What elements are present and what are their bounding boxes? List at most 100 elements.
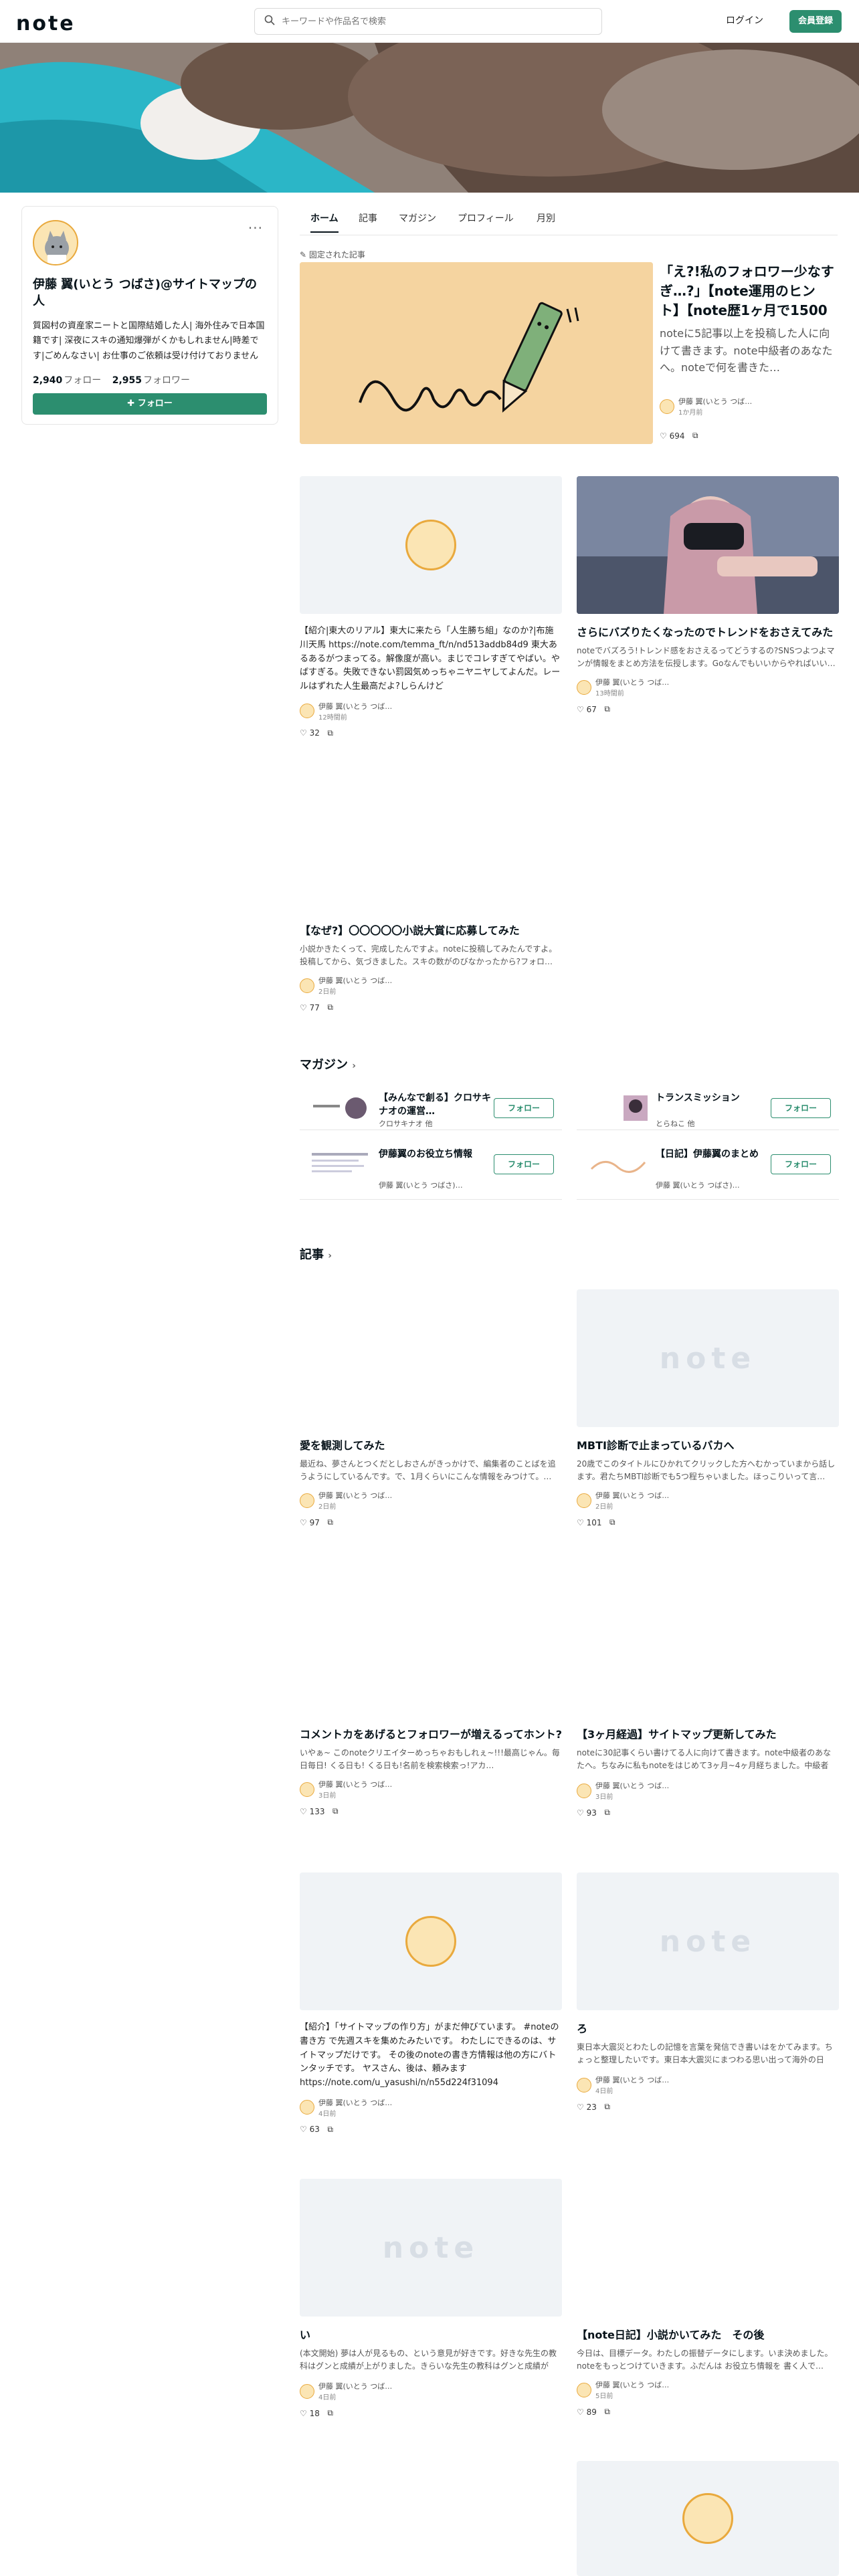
article-author[interactable]: 伊藤 翼(いとう つば… 2日前 <box>300 975 562 996</box>
articles-heading[interactable]: 記事 › <box>300 1245 332 1263</box>
bookmark-icon[interactable]: ⧉ <box>332 1806 339 1816</box>
bookmark-icon[interactable]: ⧉ <box>604 2102 610 2112</box>
article-author[interactable]: 伊藤 翼(いとう つば… 2日前 <box>300 1490 562 1511</box>
heart-icon[interactable]: ♡ <box>577 705 584 714</box>
magazine-follow-button[interactable]: フォロー <box>494 1154 554 1174</box>
magazine-thumbnail <box>585 1149 649 1180</box>
more-options-icon[interactable]: ··· <box>248 220 263 236</box>
post-time: 2日前 <box>318 988 337 996</box>
heart-icon[interactable]: ♡ <box>300 1518 307 1527</box>
heart-icon[interactable]: ♡ <box>577 1808 584 1818</box>
article-author[interactable]: 伊藤 翼(いとう つば… 4日前 <box>300 2097 562 2118</box>
article-card[interactable]: 愛を観測してみた 最近ね、夢さんとつくだとしおさんがきっかけで、編集者のことばを… <box>300 1289 562 1527</box>
like-count: 694 <box>669 431 685 441</box>
following-label[interactable]: フォロー <box>64 375 101 386</box>
article-thumbnail: note <box>300 2179 562 2317</box>
article-card[interactable]: コメントカをあげるとフォロワーが増えるってホント? いやぁ~ このnoteクリエ… <box>300 1578 562 1816</box>
followers-label[interactable]: フォロワー <box>143 375 190 386</box>
tab-home[interactable]: ホーム <box>310 211 339 233</box>
magazines-heading[interactable]: マガジン › <box>300 1055 356 1073</box>
article-author[interactable]: 伊藤 翼(いとう つば… 4日前 <box>300 2381 562 2401</box>
login-link[interactable]: ログイン <box>726 13 763 27</box>
article-author[interactable]: 伊藤 翼(いとう つば… 2日前 <box>577 1490 839 1511</box>
bookmark-icon[interactable]: ⧉ <box>604 2407 610 2417</box>
search-box[interactable] <box>254 8 602 35</box>
magazine-item[interactable]: 【みんなで創る】クロサキナオの運営… クロサキナオ 他 フォロー <box>300 1087 562 1130</box>
article-excerpt: noteでバズろう!トレンド感をおさえるってどうするの?SNSつよつよマンが情報… <box>577 646 836 669</box>
search-input[interactable] <box>282 16 601 27</box>
article-card[interactable]: さらにバズりたくなったのでトレンドをおさえてみた noteでバズろう!トレンド感… <box>577 476 839 714</box>
magazine-item[interactable]: 伊藤翼のお役立ち情報 伊藤 翼(いとう つばさ)… フォロー <box>300 1144 562 1200</box>
author-avatar <box>577 1783 591 1798</box>
note-logo[interactable]: note <box>16 12 76 35</box>
like-count: 18 <box>309 2408 320 2418</box>
following-count[interactable]: 2,940 <box>33 375 62 386</box>
article-title: 【3ヶ月経過】サイトマップ更新してみた <box>577 1728 777 1741</box>
article-author[interactable]: 伊藤 翼(いとう つば… 13時間前 <box>577 677 839 697</box>
site-header: note ログイン 会員登録 <box>0 0 859 43</box>
bookmark-icon[interactable]: ⧉ <box>604 1808 610 1818</box>
article-card[interactable]: note MBTI診断で止まっているバカへ 20歳でこのタイトルにひかれてクリッ… <box>577 1289 839 1527</box>
signup-button[interactable]: 会員登録 <box>789 10 842 33</box>
article-author[interactable]: 伊藤 翼(いとう つば… 3日前 <box>577 1780 839 1801</box>
like-count: 67 <box>586 704 597 714</box>
tab-articles[interactable]: 記事 <box>359 211 377 231</box>
magazine-item[interactable]: トランスミッション とらねこ 他 フォロー <box>577 1087 839 1130</box>
pinned-article-metrics: ♡ 694 ⧉ <box>660 431 698 441</box>
article-thumbnail <box>577 2179 839 2317</box>
tab-monthly[interactable]: 月別 <box>537 211 555 231</box>
article-title: 【なぜ?】〇〇〇〇〇小説大賞に応募してみた <box>300 924 520 937</box>
article-card[interactable]: note ろ 東日本大震災とわたしの記憶を言葉を発信でき書いはをかてみます。ちょ… <box>577 1872 839 2112</box>
article-author[interactable]: 伊藤 翼(いとう つば… 12時間前 <box>300 701 562 722</box>
magazine-follow-button[interactable]: フォロー <box>771 1098 831 1118</box>
bookmark-icon[interactable]: ⧉ <box>327 728 333 738</box>
profile-avatar[interactable] <box>33 220 78 265</box>
article-metrics: ♡ 97 ⧉ <box>300 1517 562 1527</box>
author-avatar <box>300 978 314 993</box>
article-excerpt: 小説かきたくって、完成したんですよ。noteに投稿してみたんですよ。投稿してから… <box>300 944 557 967</box>
bookmark-icon[interactable]: ⧉ <box>609 1517 615 1527</box>
bookmark-icon[interactable]: ⧉ <box>327 1002 333 1012</box>
article-card[interactable]: 【3ヶ月経過】サイトマップ更新してみた noteに30記事くらい書けてる人に向け… <box>577 1578 839 1818</box>
bookmark-icon[interactable]: ⧉ <box>327 2408 333 2418</box>
article-card[interactable]: 【紹介】「サイトマップの作り方」がまだ伸びています。 #noteの書き方 で先週… <box>300 1872 562 2135</box>
magazine-follow-button[interactable]: フォロー <box>494 1098 554 1118</box>
magazine-follow-button[interactable]: フォロー <box>771 1154 831 1174</box>
bookmark-icon[interactable]: ⧉ <box>692 431 698 441</box>
article-card[interactable] <box>577 2461 839 2576</box>
article-metrics: ♡ 23 ⧉ <box>577 2102 839 2112</box>
article-author[interactable]: 伊藤 翼(いとう つば… 4日前 <box>577 2074 839 2095</box>
followers-count[interactable]: 2,955 <box>112 375 142 386</box>
heart-icon[interactable]: ♡ <box>660 431 667 441</box>
heart-icon[interactable]: ♡ <box>577 2407 584 2417</box>
pinned-article-thumbnail[interactable] <box>300 262 653 444</box>
heart-icon[interactable]: ♡ <box>300 728 307 738</box>
heart-icon[interactable]: ♡ <box>300 1807 307 1816</box>
heart-icon[interactable]: ♡ <box>300 1003 307 1012</box>
pinned-article-author[interactable]: 伊藤 翼(いとう つば… 1か月前 <box>660 396 752 417</box>
heart-icon[interactable]: ♡ <box>577 1518 584 1527</box>
magazine-item[interactable]: 【日記】伊藤翼のまとめ 伊藤 翼(いとう つばさ)… フォロー <box>577 1144 839 1200</box>
article-card[interactable]: 【なぜ?】〇〇〇〇〇小説大賞に応募してみた 小説かきたくって、完成したんですよ。… <box>300 774 562 1012</box>
author-avatar <box>300 1782 314 1797</box>
article-card[interactable]: 【紹介|東大のリアル】東大に来たら「人生勝ち組」なのか?|布施川天馬 https… <box>300 476 562 738</box>
magazine-author: 伊藤 翼(いとう つばさ)… <box>379 1181 463 1190</box>
bookmark-icon[interactable]: ⧉ <box>604 704 610 714</box>
heart-icon[interactable]: ♡ <box>300 2409 307 2418</box>
like-count: 133 <box>309 1806 325 1816</box>
bookmark-icon[interactable]: ⧉ <box>327 1517 333 1527</box>
article-thumbnail <box>577 1578 839 1716</box>
author-name: 伊藤 翼(いとう つば… <box>318 1780 393 1790</box>
tab-magazines[interactable]: マガジン <box>399 211 436 231</box>
article-author[interactable]: 伊藤 翼(いとう つば… 3日前 <box>300 1779 562 1800</box>
heart-icon[interactable]: ♡ <box>577 2103 584 2112</box>
article-card[interactable]: 【note日記】小説かいてみた その後 今日は、目標データ。わたしの振替データに… <box>577 2179 839 2417</box>
tab-profile[interactable]: プロフィール <box>458 211 514 231</box>
follow-button[interactable]: ✚ フォロー <box>33 393 267 415</box>
heart-icon[interactable]: ♡ <box>300 2125 307 2134</box>
pinned-article-title[interactable]: 「え?!私のフォロワー少なすぎ…?」【note運用のヒント】【note歴1ヶ月で… <box>660 262 835 321</box>
bookmark-icon[interactable]: ⧉ <box>327 2125 333 2135</box>
article-author[interactable]: 伊藤 翼(いとう つば… 5日前 <box>577 2379 839 2400</box>
like-count: 97 <box>309 1517 320 1527</box>
article-card[interactable]: note い (本文開始) 夢は人が見るもの、という意見が好きです。好きな先生の… <box>300 2179 562 2418</box>
